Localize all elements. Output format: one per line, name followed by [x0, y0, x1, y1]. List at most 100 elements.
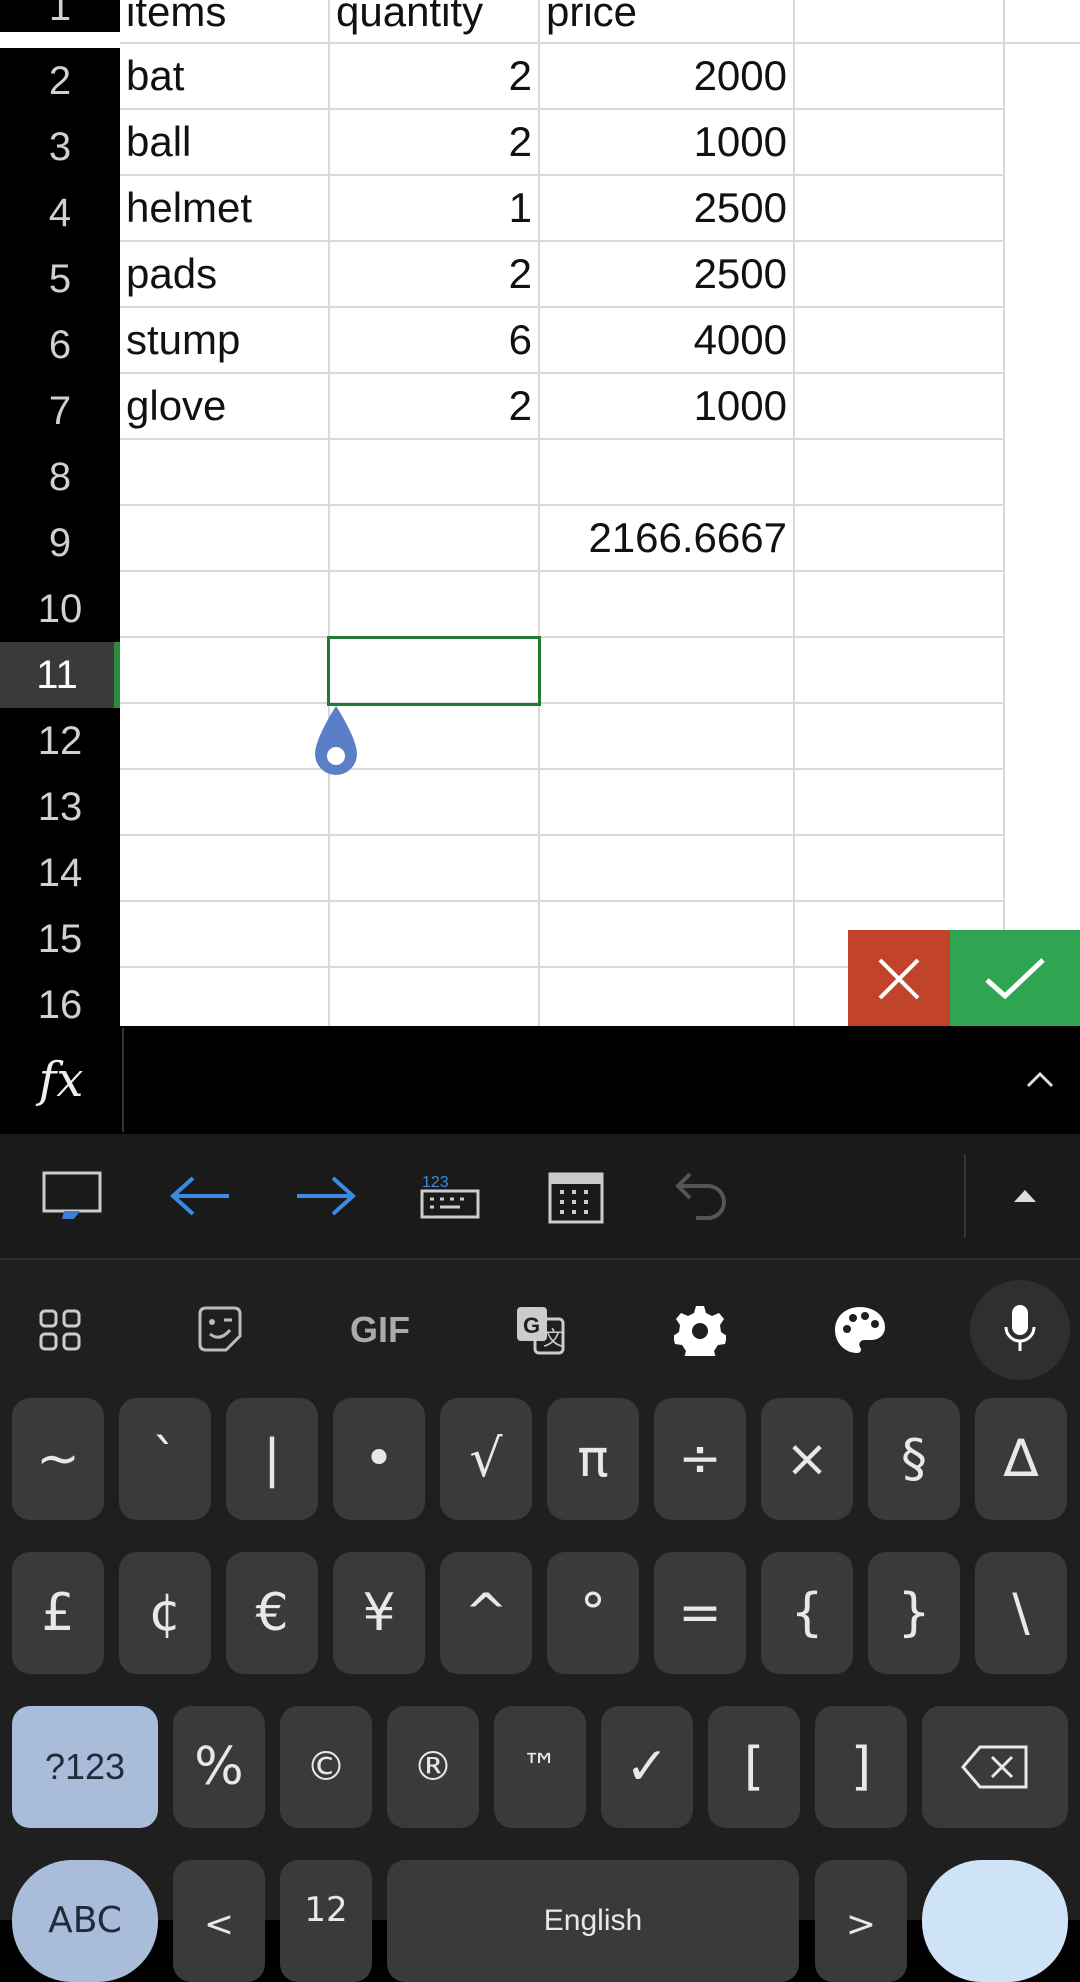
- cell-quantity[interactable]: 2: [330, 242, 540, 308]
- cell-header-quantity[interactable]: quantity: [330, 0, 540, 44]
- key[interactable]: °: [547, 1552, 639, 1674]
- sticker-button[interactable]: [170, 1280, 270, 1380]
- key[interactable]: {: [761, 1552, 853, 1674]
- cell[interactable]: [540, 836, 795, 902]
- spreadsheet-grid[interactable]: 1 2 3 4 5 6 7 8 9 10 11 12 13 14 15 16 i…: [0, 0, 1080, 1026]
- key[interactable]: [: [708, 1706, 800, 1828]
- cell[interactable]: [120, 770, 330, 836]
- cell[interactable]: [330, 572, 540, 638]
- cell-item[interactable]: glove: [120, 374, 330, 440]
- cell-quantity[interactable]: 2: [330, 110, 540, 176]
- theme-button[interactable]: [810, 1280, 910, 1380]
- key[interactable]: ¢: [119, 1552, 211, 1674]
- row-header[interactable]: 2: [0, 48, 120, 114]
- cell[interactable]: [330, 506, 540, 572]
- settings-button[interactable]: [650, 1280, 750, 1380]
- cell[interactable]: [330, 836, 540, 902]
- key[interactable]: §: [868, 1398, 960, 1520]
- cell-item[interactable]: helmet: [120, 176, 330, 242]
- cell[interactable]: [540, 572, 795, 638]
- cell[interactable]: [795, 0, 1005, 44]
- key[interactable]: ¥: [333, 1552, 425, 1674]
- right-angle-key[interactable]: >: [815, 1860, 907, 1982]
- cell-header-price[interactable]: price: [540, 0, 795, 44]
- key[interactable]: }: [868, 1552, 960, 1674]
- cell-quantity[interactable]: 2: [330, 374, 540, 440]
- confirm-edit-button[interactable]: [950, 930, 1080, 1026]
- key[interactable]: ™: [494, 1706, 586, 1828]
- cell[interactable]: [120, 968, 330, 1026]
- cell[interactable]: [120, 638, 330, 704]
- translate-button[interactable]: G 文: [490, 1280, 590, 1380]
- apps-grid-button[interactable]: [10, 1280, 110, 1380]
- cell-price[interactable]: 2500: [540, 176, 795, 242]
- row-header[interactable]: 5: [0, 246, 120, 312]
- row-header[interactable]: 14: [0, 840, 120, 906]
- key[interactable]: ]: [815, 1706, 907, 1828]
- cell-quantity[interactable]: 2: [330, 44, 540, 110]
- key[interactable]: `: [119, 1398, 211, 1520]
- row-header[interactable]: 4: [0, 180, 120, 246]
- space-key[interactable]: English: [387, 1860, 799, 1982]
- abc-key[interactable]: ABC: [12, 1860, 158, 1982]
- cell[interactable]: [120, 506, 330, 572]
- cell[interactable]: [540, 902, 795, 968]
- left-angle-key[interactable]: <: [173, 1860, 265, 1982]
- cell-item[interactable]: bat: [120, 44, 330, 110]
- cell-quantity[interactable]: 1: [330, 176, 540, 242]
- cell[interactable]: [540, 770, 795, 836]
- cell[interactable]: [120, 440, 330, 506]
- expand-toolbar-button[interactable]: [975, 1134, 1075, 1258]
- cell[interactable]: [330, 440, 540, 506]
- numpad-key[interactable]: 12: [280, 1860, 372, 1982]
- row-header[interactable]: 10: [0, 576, 120, 642]
- row-header[interactable]: 8: [0, 444, 120, 510]
- cell-price[interactable]: 2000: [540, 44, 795, 110]
- key[interactable]: •: [333, 1398, 425, 1520]
- cell[interactable]: [540, 704, 795, 770]
- key[interactable]: %: [173, 1706, 265, 1828]
- key[interactable]: €: [226, 1552, 318, 1674]
- voice-input-button[interactable]: [970, 1280, 1070, 1380]
- row-header[interactable]: 9: [0, 510, 120, 576]
- key[interactable]: π: [547, 1398, 639, 1520]
- numeric-keyboard-button[interactable]: 123: [400, 1134, 500, 1258]
- cell-price[interactable]: 1000: [540, 110, 795, 176]
- row-header[interactable]: 16: [0, 972, 120, 1026]
- key[interactable]: ×: [761, 1398, 853, 1520]
- cell[interactable]: [120, 572, 330, 638]
- key[interactable]: √: [440, 1398, 532, 1520]
- row-header[interactable]: 6: [0, 312, 120, 378]
- cell[interactable]: [120, 836, 330, 902]
- undo-button[interactable]: [652, 1134, 752, 1258]
- cell[interactable]: [330, 770, 540, 836]
- arrow-right-button[interactable]: [276, 1134, 376, 1258]
- backspace-key[interactable]: [922, 1706, 1068, 1828]
- row-header[interactable]: 1: [0, 0, 120, 32]
- key[interactable]: ÷: [654, 1398, 746, 1520]
- cell-price[interactable]: 1000: [540, 374, 795, 440]
- row-header[interactable]: 7: [0, 378, 120, 444]
- row-header[interactable]: 13: [0, 774, 120, 840]
- cell[interactable]: [120, 704, 330, 770]
- enter-key[interactable]: [922, 1860, 1068, 1982]
- row-header[interactable]: 15: [0, 906, 120, 972]
- key[interactable]: ✓: [601, 1706, 693, 1828]
- cell[interactable]: [330, 902, 540, 968]
- cell[interactable]: [540, 440, 795, 506]
- cell[interactable]: [540, 968, 795, 1026]
- key[interactable]: ©: [280, 1706, 372, 1828]
- cell[interactable]: [1005, 0, 1080, 44]
- column-e[interactable]: [795, 44, 1005, 1026]
- key[interactable]: ®: [387, 1706, 479, 1828]
- hide-keyboard-button[interactable]: [22, 1134, 122, 1258]
- row-header[interactable]: 12: [0, 708, 120, 774]
- cell[interactable]: [330, 968, 540, 1026]
- cell-item[interactable]: stump: [120, 308, 330, 374]
- cell[interactable]: [330, 704, 540, 770]
- selection-handle[interactable]: [311, 704, 361, 788]
- cell-price[interactable]: 2500: [540, 242, 795, 308]
- cell-item[interactable]: pads: [120, 242, 330, 308]
- cell-header-items[interactable]: items: [120, 0, 330, 44]
- cancel-edit-button[interactable]: [848, 930, 950, 1026]
